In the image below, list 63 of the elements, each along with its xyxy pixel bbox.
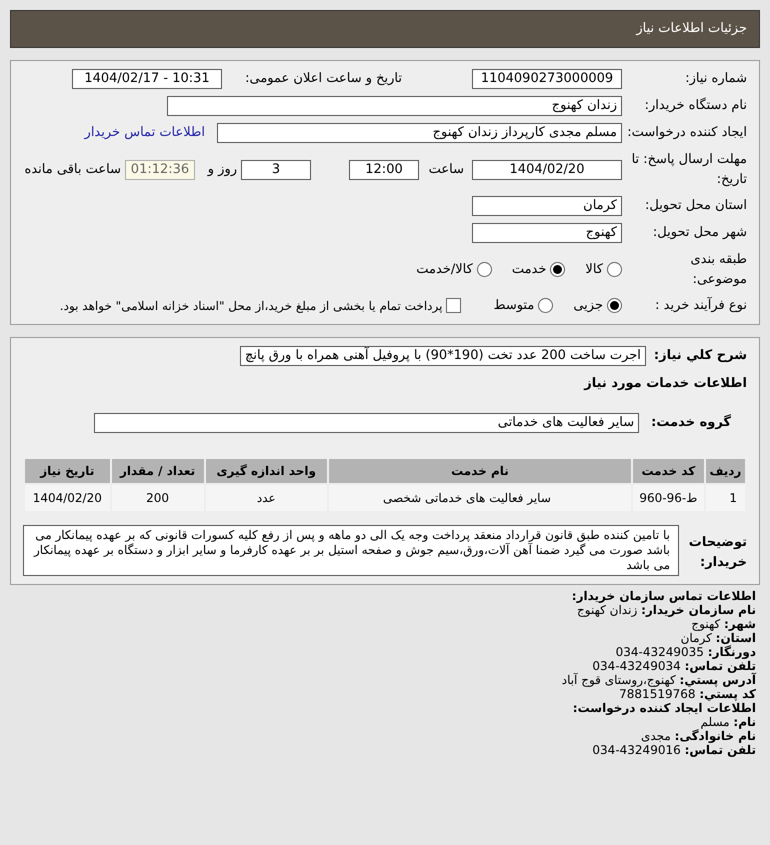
checkbox[interactable] [446,298,462,314]
table-cell: عدد [204,484,328,512]
field-value: کرمان [472,196,622,216]
radio-label: جزیی [573,297,603,315]
buyer-contact-link[interactable]: اطلاعات تماس خریدار [84,123,205,143]
field-label: شهر محل تحویل: [652,224,747,242]
field-label: ایجاد کننده درخواست: [626,124,747,142]
radio-button[interactable] [538,298,554,314]
radio-label: متوسط [493,297,534,315]
field-value: کهنوج [472,223,622,243]
field-label: ساعت [428,160,464,179]
table-cell: 200 [110,484,205,512]
column-header: تاریخ نیاز [24,458,111,484]
contact-line: نام سازمان خریدار: زندان کهنوج [577,603,756,617]
column-header: ردیف [704,458,746,484]
field-label: تاریخ و ساعت اعلان عمومی: [244,70,402,88]
contact-line: آدرس پستي: کهنوج،روستای قوج آباد [562,673,756,687]
field-label: شرح كلي نياز: [654,346,747,365]
field-value: زندان کهنوج [167,96,622,116]
contact-line: شهر: کهنوج [691,617,756,631]
page-title: جزئیات اطلاعات نیاز [636,20,747,38]
column-header: تعداد / مقدار [110,458,205,484]
field-label: ساعت باقی مانده [24,160,121,179]
field-label: نوع فرآیند خرید : [654,296,747,315]
field-value: 1404/02/20 [472,160,622,180]
radio-label: کالا/خدمت [416,260,473,279]
field-value: سایر فعالیت های خدماتی [94,413,640,433]
field-label: توضیحات خریدار: [688,534,747,572]
buyer-notes: با تامین کننده طبق قانون قرارداد منعقد پرداخت وجه یک الی دو ماهه و پس از رفع کلیه کسورات قانونی که بر عهده پیمانکار می باشد صورت می گیرد ضمنا آهن آلات،ورق،سیم جوش و صفحه استیل بر بر عهده کارفرما و سایر ابزار و دستگاه بر عهده پیمانکار می باشد [23,525,679,576]
field-value: مسلم مجدی کارپرداز زندان کهنوج [217,123,622,143]
table-cell: 1404/02/20 [24,484,111,512]
field-label: طبقه بندی موضوعی: [690,251,747,288]
table-cell: سایر فعالیت های خدماتی شخصی [328,484,632,512]
contact-line: نام: مسلم [700,715,756,729]
field-label: گروه خدمت: [651,413,731,432]
radio-button[interactable] [550,262,566,277]
table-cell: ط-96-960 [632,484,705,512]
radio-button[interactable] [476,262,492,277]
remaining-time: 01:12:36 [125,160,195,180]
contact-line: اطلاعات تماس سازمان خریدار: [572,589,756,603]
field-label: مهلت ارسال پاسخ: تا تاریخ: [630,151,747,188]
field-label: نام دستگاه خریدار: [644,96,747,116]
radio-button[interactable] [607,262,622,277]
section-title: اطلاعات خدمات مورد نیاز [582,374,747,392]
field-label: شماره نیاز: [684,70,747,88]
contact-line: نام خانوادگی: مجدی [640,729,756,743]
field-value: 1104090273000009 [472,69,622,89]
radio-button[interactable] [607,298,622,314]
column-header: واحد اندازه گیری [204,458,328,484]
column-header: کد خدمت [632,458,705,484]
field-label: روز و [206,160,237,179]
radio-label: کالا [585,260,603,279]
contact-line: استان: کرمان [680,631,756,645]
checkbox-label: پرداخت تمام یا بخشی از مبلغ خرید،از محل "اسناد خزانه اسلامی" خواهد بود. [60,298,442,315]
radio-label: خدمت [512,260,546,279]
field-value: 1404/02/17 - 10:31 [72,69,222,89]
field-value: 3 [241,160,311,180]
field-value: 12:00 [349,160,419,180]
contact-line: اطلاعات ایجاد کننده درخواست: [572,701,756,715]
field-value: اجرت ساخت 200 عدد تخت (190*90) با پروفیل آهنی همراه با ورق پانچ [240,346,646,366]
field-label: استان محل تحویل: [644,197,747,216]
table-cell: 1 [704,484,746,512]
column-header: نام خدمت [328,458,632,484]
